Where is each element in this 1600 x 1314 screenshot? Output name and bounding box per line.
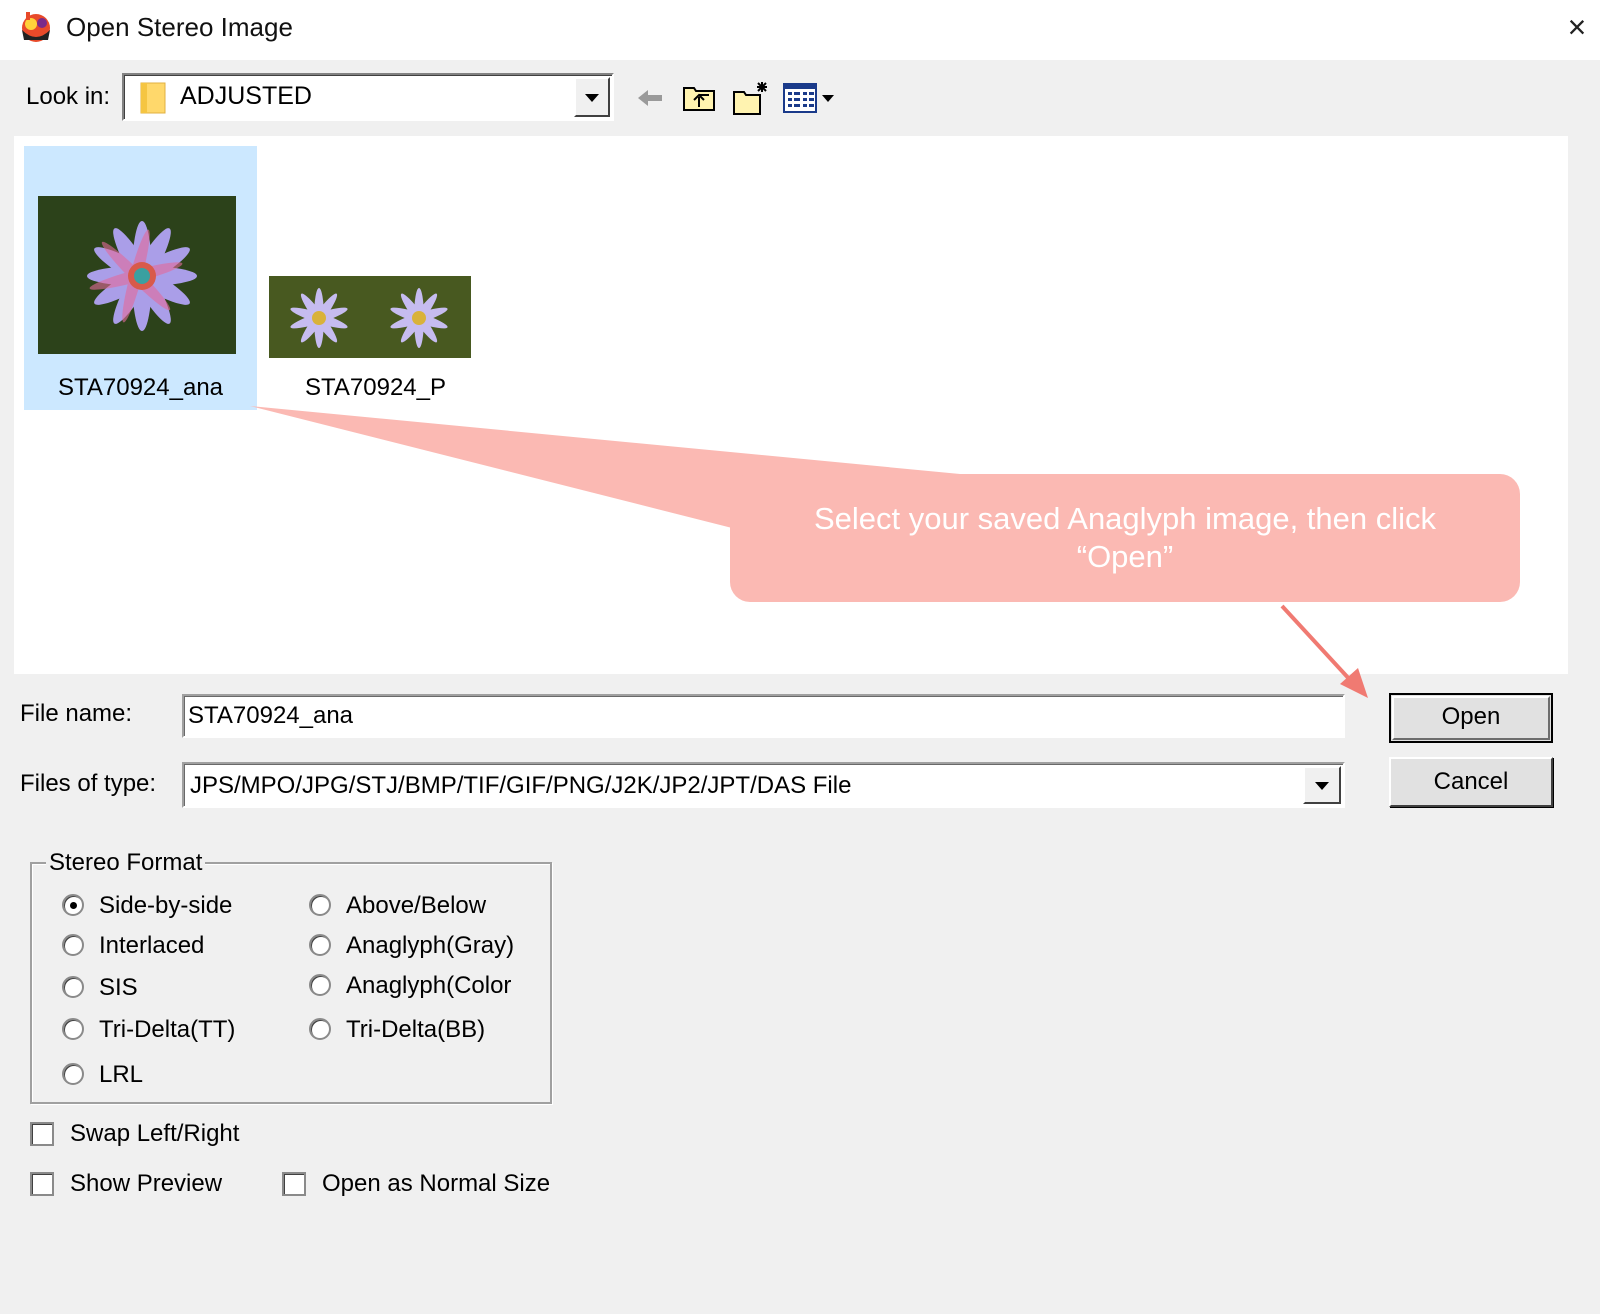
callout-text: Select your saved Anaglyph image, then c… [813,501,1437,574]
new-folder-icon[interactable] [732,78,772,118]
lookin-dropdown-button[interactable] [574,77,610,117]
checkbox-label: Show Preview [70,1170,223,1197]
file-name-label: STA70924_P [305,374,446,401]
filetype-label: Files of type: [20,770,157,797]
radio-circle[interactable] [62,894,84,916]
checkbox-label: Swap Left/Right [70,1120,240,1147]
file-item-sta70924-ana[interactable]: STA70924_ana [24,146,257,410]
lookin-combo[interactable]: ADJUSTED [122,73,614,121]
checkbox-box[interactable] [30,1172,54,1196]
lookin-value: ADJUSTED [180,82,312,110]
filename-input[interactable] [182,694,1345,738]
radio-label: Tri-Delta(BB) [346,1016,486,1043]
anaglyph-thumbnail [38,196,236,354]
open-button-bevel [1392,696,1550,740]
filename-label: File name: [20,700,133,727]
close-button[interactable]: × [1560,8,1594,46]
radio-label: Anaglyph(Color [346,972,512,999]
chevron-down-icon [1315,782,1329,790]
radio-circle[interactable] [309,934,331,956]
chevron-down-icon [585,94,599,102]
filetype-value: JPS/MPO/JPG/STJ/BMP/TIF/GIF/PNG/J2K/JP2/… [190,772,852,799]
checkbox-box[interactable] [282,1172,306,1196]
radio-circle[interactable] [309,974,331,996]
folder-icon [140,81,166,115]
checkbox-box[interactable] [30,1122,54,1146]
filetype-combo[interactable]: JPS/MPO/JPG/STJ/BMP/TIF/GIF/PNG/J2K/JP2/… [182,762,1345,808]
radio-circle[interactable] [62,1063,84,1085]
radio-circle[interactable] [62,934,84,956]
radio-label: Above/Below [346,892,487,919]
side-by-side-thumbnail [269,276,471,358]
radio-circle[interactable] [62,1018,84,1040]
back-arrow-icon[interactable] [630,78,670,118]
app-logo-icon [18,10,54,44]
checkbox-label: Open as Normal Size [322,1170,551,1197]
window-title: Open Stereo Image [66,12,293,42]
lookin-label: Look in: [26,83,111,110]
up-folder-icon[interactable] [680,78,720,118]
views-menu-icon[interactable] [782,78,838,118]
filetype-dropdown-button[interactable] [1303,766,1341,804]
radio-label: LRL [99,1061,144,1088]
callout-box: Select your saved Anaglyph image, then c… [730,474,1520,602]
file-name-label: STA70924_ana [57,374,224,401]
radio-label: Side-by-side [99,892,233,919]
radio-label: Anaglyph(Gray) [346,932,515,959]
radio-label: Tri-Delta(TT) [99,1016,236,1043]
radio-circle[interactable] [62,976,84,998]
open-button[interactable]: Open [1389,693,1553,743]
radio-label: Interlaced [99,932,205,959]
radio-circle[interactable] [309,1018,331,1040]
radio-circle[interactable] [309,894,331,916]
stereo-format-label: Stereo Format [46,849,206,877]
radio-label: SIS [99,974,138,1001]
cancel-button[interactable]: Cancel [1389,757,1553,807]
file-item-sta70924-p[interactable]: STA70924_P [269,146,482,410]
